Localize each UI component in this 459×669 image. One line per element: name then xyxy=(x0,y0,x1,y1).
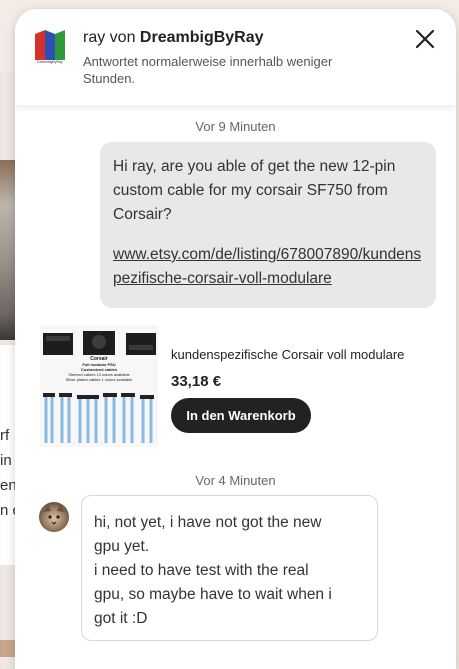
product-card: Corsair Full modular PSU Customized cabl… xyxy=(40,325,440,447)
close-icon xyxy=(415,29,435,49)
chat-header: DreambigByRay ray von DreambigByRay Antw… xyxy=(15,9,456,105)
incoming-message: hi, not yet, i have not got the new gpu … xyxy=(81,495,378,641)
shop-logo-text: DreambigByRay xyxy=(37,60,63,64)
message-timestamp: Vor 9 Minuten xyxy=(195,119,276,134)
product-title[interactable]: kundenspezifische Corsair voll modulare xyxy=(171,347,433,362)
product-image-caption: Silver plated cables 1 colors available xyxy=(65,377,133,382)
message-timestamp: Vor 4 Minuten xyxy=(195,473,276,488)
incoming-message-line: got it :D xyxy=(94,610,148,627)
background-text-fragment: in xyxy=(0,452,12,469)
shop-logo: DreambigByRay xyxy=(33,27,67,67)
incoming-message-line: hi, not yet, i have not got the new xyxy=(94,514,322,531)
chat-title: ray von DreambigByRay xyxy=(83,29,264,47)
product-image[interactable]: Corsair Full modular PSU Customized cabl… xyxy=(40,325,158,447)
listing-link[interactable]: www.etsy.com/de/listing/678007890/kunden… xyxy=(113,243,424,291)
incoming-message-line: gpu, so maybe have to wait when i xyxy=(94,586,332,603)
recipient-name: ray von xyxy=(83,29,140,46)
incoming-message-line: i need to have test with the real xyxy=(94,562,309,579)
product-price: 33,18 € xyxy=(171,373,222,390)
incoming-message-line: gpu yet. xyxy=(94,538,150,555)
response-time-note: Antwortet normalerweise innerhalb wenige… xyxy=(83,54,333,86)
close-button[interactable] xyxy=(413,27,437,51)
outgoing-message-text: Hi ray, are you able of get the new 12-p… xyxy=(113,158,396,223)
outgoing-message: Hi ray, are you able of get the new 12-p… xyxy=(100,142,436,308)
shop-owner-avatar xyxy=(39,502,69,532)
chat-panel: DreambigByRay ray von DreambigByRay Antw… xyxy=(15,9,456,669)
add-to-cart-button[interactable]: In den Warenkorb xyxy=(171,398,311,433)
shop-name: DreambigByRay xyxy=(139,29,264,46)
background-text-fragment: rf xyxy=(0,427,10,444)
